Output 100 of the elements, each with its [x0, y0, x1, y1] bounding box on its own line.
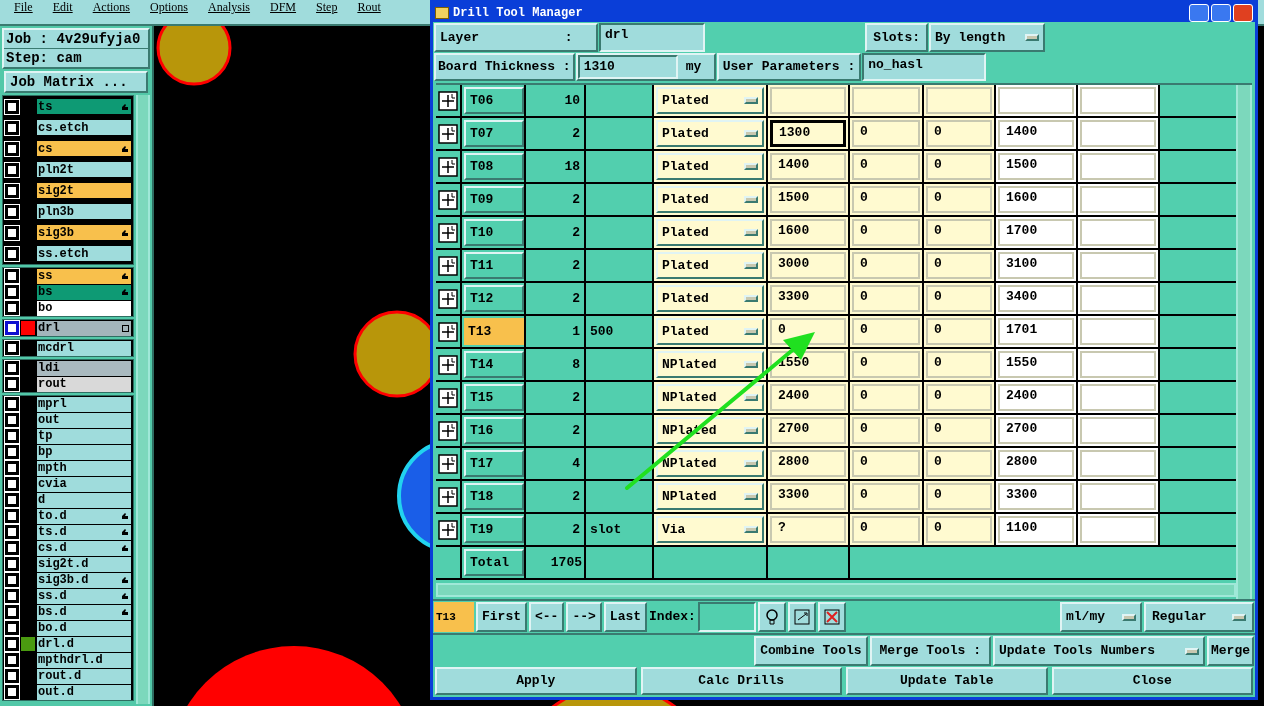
refresh-icon[interactable] [787, 602, 816, 632]
layer-item[interactable]: sig2t.d [37, 556, 131, 572]
layer-checkbox[interactable] [5, 669, 19, 683]
value-field[interactable]: 0 [926, 153, 992, 180]
combine-tools-button[interactable]: Combine Tools [754, 636, 868, 666]
value-field[interactable]: 2400 [998, 384, 1074, 411]
layer-item[interactable]: bs.d [37, 604, 131, 620]
bulb-icon[interactable] [757, 602, 786, 632]
value-field[interactable]: 0 [852, 318, 920, 345]
layer-checkbox[interactable] [5, 477, 19, 491]
layer-item[interactable]: tp [37, 428, 131, 444]
maximize-button[interactable] [1211, 3, 1231, 22]
layer-item[interactable]: out.d [37, 684, 131, 700]
layer-checkbox[interactable] [5, 461, 19, 475]
layer-checkbox[interactable] [5, 653, 19, 667]
value-field[interactable]: 0 [852, 417, 920, 444]
value-field[interactable]: 0 [852, 285, 920, 312]
expand-icon[interactable] [438, 90, 458, 111]
expand-icon[interactable] [438, 321, 458, 342]
value-field[interactable]: 1500 [770, 186, 846, 213]
tool-button[interactable]: T17 [464, 450, 524, 477]
value-field[interactable] [1080, 219, 1156, 246]
layer-item[interactable]: mcdrl [37, 340, 131, 356]
menu-item[interactable]: Actions [92, 0, 130, 14]
layer-checkbox[interactable] [5, 605, 19, 619]
value-field[interactable] [1080, 285, 1156, 312]
value-field[interactable]: 3100 [998, 252, 1074, 279]
layer-item[interactable]: to.d [37, 508, 131, 524]
value-field[interactable] [1080, 351, 1156, 378]
vertical-scrollbar[interactable] [1236, 85, 1252, 599]
layer-checkbox[interactable] [5, 573, 19, 587]
value-field[interactable] [1080, 87, 1156, 114]
expand-icon[interactable] [438, 453, 458, 474]
menu-item[interactable]: Edit [52, 0, 73, 14]
action-button[interactable]: Calc Drills [640, 667, 842, 695]
value-field[interactable] [1080, 120, 1156, 147]
index-field[interactable] [697, 602, 756, 632]
layer-checkbox[interactable] [5, 525, 19, 539]
layer-item[interactable]: drl [37, 320, 131, 336]
value-field[interactable]: 0 [926, 483, 992, 510]
type-dropdown[interactable]: Plated [656, 219, 764, 246]
value-field[interactable] [998, 87, 1074, 114]
layer-item[interactable]: drl.d [37, 636, 131, 652]
value-field[interactable]: 2400 [770, 384, 846, 411]
layer-item[interactable]: sig3b.d [37, 572, 131, 588]
layer-item[interactable]: ldi [37, 360, 131, 376]
value-field[interactable]: 1400 [770, 153, 846, 180]
menu-item[interactable]: File [14, 0, 33, 14]
value-field[interactable] [1080, 186, 1156, 213]
value-field[interactable]: 0 [926, 384, 992, 411]
expand-icon[interactable] [438, 387, 458, 408]
value-field[interactable]: 3300 [770, 483, 846, 510]
close-button[interactable] [1233, 3, 1253, 22]
nav-button[interactable]: First [476, 602, 527, 632]
layer-item[interactable]: rout [37, 376, 131, 392]
mode-dropdown[interactable]: Regular [1144, 602, 1254, 632]
value-field[interactable]: 0 [852, 483, 920, 510]
layer-item[interactable]: sig3b [37, 225, 131, 240]
layer-item[interactable]: bo.d [37, 620, 131, 636]
action-button[interactable]: Update Table [846, 667, 1048, 695]
type-dropdown[interactable]: Plated [656, 318, 764, 345]
value-field[interactable]: 3000 [770, 252, 846, 279]
expand-icon[interactable] [438, 189, 458, 210]
value-field[interactable] [1080, 318, 1156, 345]
layer-checkbox[interactable] [5, 301, 19, 315]
value-field[interactable] [852, 87, 920, 114]
value-field[interactable] [1080, 417, 1156, 444]
value-field[interactable]: 2700 [770, 417, 846, 444]
expand-icon[interactable] [438, 354, 458, 375]
layer-checkbox[interactable] [5, 493, 19, 507]
layer-checkbox[interactable] [5, 509, 19, 523]
layer-item[interactable]: mpthdrl.d [37, 652, 131, 668]
value-field[interactable]: 0 [926, 351, 992, 378]
value-field[interactable]: 2800 [770, 450, 846, 477]
layer-item[interactable]: cvia [37, 476, 131, 492]
type-dropdown[interactable]: Via [656, 516, 764, 543]
value-field[interactable]: 0 [852, 252, 920, 279]
value-field[interactable]: 0 [852, 120, 920, 147]
layer-item[interactable]: ss.etch [37, 246, 131, 261]
tool-button[interactable]: T11 [464, 252, 524, 279]
layer-checkbox[interactable] [5, 685, 19, 699]
value-field[interactable] [926, 87, 992, 114]
layer-checkbox[interactable] [5, 413, 19, 427]
layer-checkbox[interactable] [5, 361, 19, 375]
layer-checkbox[interactable] [5, 557, 19, 571]
value-field[interactable]: 0 [926, 318, 992, 345]
value-field[interactable] [770, 87, 846, 114]
menu-item[interactable]: Step [316, 0, 338, 14]
type-dropdown[interactable]: Plated [656, 186, 764, 213]
value-field[interactable] [1080, 153, 1156, 180]
tool-button[interactable]: T08 [464, 153, 524, 180]
value-field[interactable]: 0 [926, 450, 992, 477]
type-dropdown[interactable]: NPlated [656, 450, 764, 477]
layer-item[interactable]: sig2t [37, 183, 131, 198]
value-field[interactable]: 0 [852, 384, 920, 411]
layer-item[interactable]: cs.etch [37, 120, 131, 135]
layer-item[interactable]: ss.d [37, 588, 131, 604]
value-field[interactable]: 0 [926, 219, 992, 246]
menu-item[interactable]: Analysis [208, 0, 251, 14]
value-field[interactable]: ? [770, 516, 846, 543]
